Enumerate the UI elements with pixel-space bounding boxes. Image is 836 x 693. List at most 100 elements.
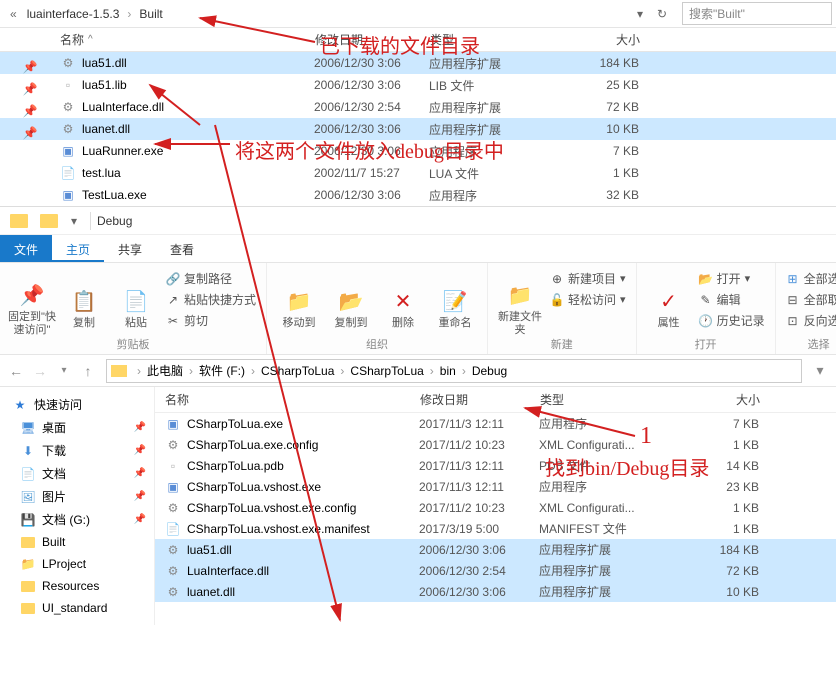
tab-file[interactable]: 文件 — [0, 235, 52, 262]
file-row[interactable]: ⚙CSharpToLua.vshost.exe.config2017/11/2 … — [155, 497, 836, 518]
addr-seg[interactable]: 此电脑 — [145, 362, 185, 379]
col-type[interactable]: 类型 — [430, 31, 560, 48]
file-row[interactable]: 📄test.lua2002/11/7 15:27LUA 文件1 KB — [0, 162, 836, 184]
col-name[interactable]: 名称^ — [60, 31, 315, 48]
edit-button[interactable]: ✎编辑 — [697, 290, 767, 309]
sidebar-lproject[interactable]: 📁LProject — [0, 553, 154, 575]
col-size[interactable]: 大小 — [690, 391, 760, 408]
file-date: 2006/12/30 3:06 — [419, 543, 539, 557]
back-button[interactable]: ← — [4, 359, 28, 383]
ribbon-new: 📁 新建文件夹 ⊕新建项目 ▾ 🔓轻松访问 ▾ 新建 — [488, 263, 637, 354]
addr-seg[interactable]: CSharpToLua — [348, 364, 425, 378]
sidebar-downloads[interactable]: ⬇下载📌 — [0, 439, 154, 462]
path-icon: 🔗 — [166, 272, 180, 286]
tab-home[interactable]: 主页 — [52, 235, 104, 262]
separator — [90, 212, 91, 230]
refresh-icon[interactable]: ↻ — [652, 4, 672, 24]
access-icon: 🔓 — [550, 293, 564, 307]
file-row[interactable]: ⚙CSharpToLua.exe.config2017/11/2 10:23XM… — [155, 434, 836, 455]
new-item-button[interactable]: ⊕新建项目 ▾ — [548, 269, 628, 288]
sidebar-ui-standard[interactable]: UI_standard — [0, 597, 154, 619]
pin-icon[interactable]: 📌 — [15, 82, 45, 96]
col-date[interactable]: 修改日期 — [315, 31, 430, 48]
select-all-button[interactable]: ⊞全部选择 — [784, 269, 836, 288]
file-name: LuaInterface.dll — [82, 100, 314, 114]
folder-icon — [20, 600, 36, 616]
sidebar-quick-access[interactable]: ★快速访问 — [0, 393, 154, 416]
col-size[interactable]: 大小 — [560, 31, 640, 48]
pin-icon[interactable]: 📌 — [15, 104, 45, 118]
pin-icon[interactable]: 📌 — [15, 126, 45, 140]
file-row[interactable]: ⚙luanet.dll2006/12/30 3:06应用程序扩展10 KB — [0, 118, 836, 140]
file-row[interactable]: ⚙luanet.dll2006/12/30 3:06应用程序扩展10 KB — [155, 581, 836, 602]
config-icon: ⚙ — [165, 437, 181, 453]
group-label: 打开 — [637, 336, 775, 352]
sidebar-documents[interactable]: 📄文档📌 — [0, 462, 154, 485]
sidebar: ★快速访问 🖥桌面📌 ⬇下载📌 📄文档📌 🖼图片📌 💾文档 (G:)📌 Buil… — [0, 387, 155, 625]
bc-item-2[interactable]: Built — [135, 5, 166, 23]
file-row[interactable]: ⚙LuaInterface.dll2006/12/30 2:54应用程序扩展72… — [0, 96, 836, 118]
quick-pins: 📌 📌 📌 📌 — [15, 52, 45, 206]
dropdown-icon[interactable]: ▾ — [808, 359, 832, 383]
file-name: CSharpToLua.vshost.exe.manifest — [187, 522, 419, 536]
addr-seg[interactable]: Debug — [470, 364, 509, 378]
file-size: 72 KB — [559, 100, 639, 114]
file-row[interactable]: 📄CSharpToLua.vshost.exe.manifest2017/3/1… — [155, 518, 836, 539]
search-input[interactable]: 搜索"Built" — [682, 2, 832, 25]
dropdown-icon[interactable]: ▾ — [630, 4, 650, 24]
bc-item-1[interactable]: luainterface-1.5.3 — [23, 5, 124, 23]
addr-seg[interactable]: bin — [438, 364, 458, 378]
sidebar-pictures[interactable]: 🖼图片📌 — [0, 485, 154, 508]
address-bar[interactable]: › 此电脑 › 软件 (F:) › CSharpToLua › CSharpTo… — [106, 359, 802, 383]
file-row[interactable]: ▣TestLua.exe2006/12/30 3:06应用程序32 KB — [0, 184, 836, 206]
col-name[interactable]: 名称 — [165, 391, 420, 408]
file-row[interactable]: ▫CSharpToLua.pdb2017/11/3 12:11PDB 文件14 … — [155, 455, 836, 476]
down-icon[interactable]: ▾ — [64, 211, 84, 231]
sidebar-built[interactable]: Built — [0, 531, 154, 553]
file-row[interactable]: ⚙LuaInterface.dll2006/12/30 2:54应用程序扩展72… — [155, 560, 836, 581]
manifest-icon: 📄 — [165, 521, 181, 537]
file-row[interactable]: ▫lua51.lib2006/12/30 3:06LIB 文件25 KB — [0, 74, 836, 96]
easy-access-button[interactable]: 🔓轻松访问 ▾ — [548, 290, 628, 309]
file-date: 2006/12/30 3:06 — [314, 144, 429, 158]
new-folder-icon: 📁 — [506, 281, 534, 309]
forward-button[interactable]: → — [28, 359, 52, 383]
col-date[interactable]: 修改日期 — [420, 391, 540, 408]
history-button[interactable]: 🕐历史记录 — [697, 311, 767, 330]
file-name: luanet.dll — [82, 122, 314, 136]
addr-seg[interactable]: 软件 (F:) — [197, 362, 247, 379]
folder-icon — [10, 214, 28, 228]
tab-view[interactable]: 查看 — [156, 235, 208, 262]
paste-shortcut-button[interactable]: ↗粘贴快捷方式 — [164, 290, 258, 309]
group-label: 新建 — [488, 336, 636, 352]
tab-share[interactable]: 共享 — [104, 235, 156, 262]
folder-icon — [20, 534, 36, 550]
pin-icon[interactable]: 📌 — [15, 60, 45, 74]
top-explorer-window: « luainterface-1.5.3 › Built ▾ ↻ 搜索"Buil… — [0, 0, 836, 207]
file-row[interactable]: ⚙lua51.dll2006/12/30 3:06应用程序扩展184 KB — [155, 539, 836, 560]
col-type[interactable]: 类型 — [540, 391, 690, 408]
file-size: 72 KB — [689, 564, 759, 578]
exe-icon: ▣ — [60, 187, 76, 203]
file-row[interactable]: ▣CSharpToLua.exe2017/11/3 12:11应用程序7 KB — [155, 413, 836, 434]
sidebar-resources[interactable]: Resources — [0, 575, 154, 597]
bc-chevron[interactable]: « — [4, 7, 23, 21]
up-button[interactable]: ↑ — [76, 359, 100, 383]
copy-path-button[interactable]: 🔗复制路径 — [164, 269, 258, 288]
sidebar-desktop[interactable]: 🖥桌面📌 — [0, 416, 154, 439]
cut-button[interactable]: ✂剪切 — [164, 311, 258, 330]
file-date: 2006/12/30 3:06 — [419, 585, 539, 599]
document-icon: 📄 — [20, 466, 36, 482]
open-button[interactable]: 📂打开 ▾ — [697, 269, 767, 288]
select-none-button[interactable]: ⊟全部取消 — [784, 290, 836, 309]
file-row[interactable]: ▣LuaRunner.exe2006/12/30 3:06应用程序7 KB — [0, 140, 836, 162]
file-date: 2006/12/30 3:06 — [314, 122, 429, 136]
invert-button[interactable]: ⊡反向选择 — [784, 311, 836, 330]
file-row[interactable]: ▣CSharpToLua.vshost.exe2017/11/3 12:11应用… — [155, 476, 836, 497]
pictures-icon: 🖼 — [20, 489, 36, 505]
addr-seg[interactable]: CSharpToLua — [259, 364, 336, 378]
recent-button[interactable]: ▾ — [52, 359, 76, 383]
folder-icon — [20, 578, 36, 594]
sidebar-docs-g[interactable]: 💾文档 (G:)📌 — [0, 508, 154, 531]
file-row[interactable]: ⚙lua51.dll2006/12/30 3:06应用程序扩展184 KB — [0, 52, 836, 74]
